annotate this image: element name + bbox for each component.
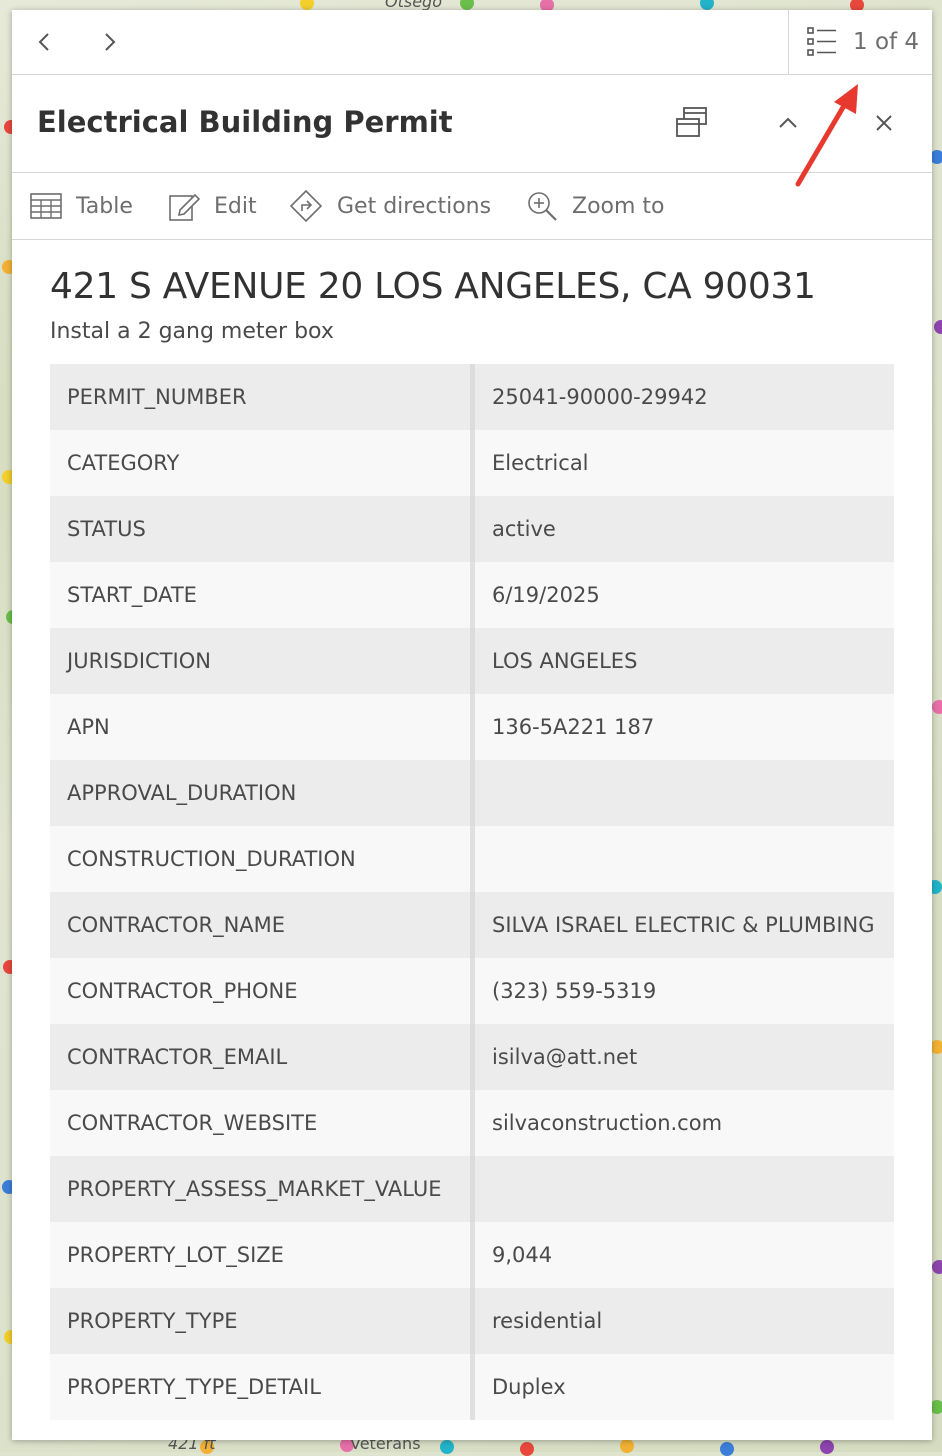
feature-description: Instal a 2 gang meter box bbox=[50, 319, 334, 344]
attribute-row: JURISDICTION LOS ANGELES bbox=[50, 628, 894, 694]
attribute-value: silvaconstruction.com bbox=[472, 1090, 894, 1156]
close-icon bbox=[876, 115, 892, 131]
attribute-value: (323) 559-5319 bbox=[472, 958, 894, 1024]
attribute-value: Duplex bbox=[472, 1354, 894, 1420]
attribute-row: CONTRACTOR_EMAIL isilva@att.net bbox=[50, 1024, 894, 1090]
attribute-key: CONTRACTOR_EMAIL bbox=[50, 1024, 475, 1090]
popup-navigation-bar: 1 of 4 bbox=[12, 10, 932, 75]
attribute-value: 9,044 bbox=[472, 1222, 894, 1288]
zoom-to-action-button[interactable]: Zoom to bbox=[526, 188, 665, 224]
annotation-arrow-icon bbox=[795, 84, 858, 187]
attribute-value: active bbox=[472, 496, 894, 562]
attribute-row: CONSTRUCTION_DURATION bbox=[50, 826, 894, 892]
attribute-key: PROPERTY_LOT_SIZE bbox=[50, 1222, 475, 1288]
attribute-row: START_DATE 6/19/2025 bbox=[50, 562, 894, 628]
attribute-row: PERMIT_NUMBER 25041-90000-29942 bbox=[50, 364, 894, 430]
chevron-left-icon bbox=[38, 33, 49, 51]
edit-action-label: Edit bbox=[214, 193, 257, 219]
table-action-button[interactable]: Table bbox=[30, 188, 133, 224]
table-icon bbox=[30, 193, 62, 219]
list-icon bbox=[807, 27, 836, 56]
attribute-row: APPROVAL_DURATION bbox=[50, 760, 894, 826]
feature-address-heading: 421 S AVENUE 20 LOS ANGELES, CA 90031 bbox=[50, 266, 816, 307]
attribute-key: STATUS bbox=[50, 496, 475, 562]
popup-title: Electrical Building Permit bbox=[37, 105, 453, 139]
attribute-key: CONSTRUCTION_DURATION bbox=[50, 826, 475, 892]
get-directions-action-button[interactable]: Get directions bbox=[289, 188, 491, 224]
next-feature-button[interactable] bbox=[92, 24, 128, 60]
feature-list-button[interactable]: 1 of 4 bbox=[788, 10, 932, 74]
attribute-row: CONTRACTOR_WEBSITE silvaconstruction.com bbox=[50, 1090, 894, 1156]
edit-icon bbox=[169, 193, 200, 221]
attribute-value: isilva@att.net bbox=[472, 1024, 894, 1090]
get-directions-action-label: Get directions bbox=[337, 193, 492, 219]
attribute-key: PROPERTY_TYPE_DETAIL bbox=[50, 1354, 475, 1420]
attribute-value: 6/19/2025 bbox=[472, 562, 894, 628]
chevron-right-icon bbox=[105, 33, 116, 51]
zoom-to-action-label: Zoom to bbox=[572, 193, 665, 219]
attributes-table: PERMIT_NUMBER 25041-90000-29942 CATEGORY El… bbox=[50, 364, 894, 1420]
attribute-value: SILVA ISRAEL ELECTRIC & PLUMBING bbox=[472, 892, 894, 958]
edit-action-button[interactable]: Edit bbox=[168, 188, 257, 224]
attribute-value bbox=[472, 1156, 894, 1222]
attribute-key: PROPERTY_TYPE bbox=[50, 1288, 475, 1354]
attribute-key: CATEGORY bbox=[50, 430, 475, 496]
close-button[interactable] bbox=[864, 103, 904, 143]
attribute-key: CONTRACTOR_WEBSITE bbox=[50, 1090, 475, 1156]
map-point[interactable] bbox=[932, 1260, 942, 1274]
map-point[interactable] bbox=[700, 0, 714, 10]
attribute-value: 25041-90000-29942 bbox=[472, 364, 894, 430]
attribute-row: PROPERTY_TYPE_DETAIL Duplex bbox=[50, 1354, 894, 1420]
dock-button[interactable] bbox=[672, 103, 712, 143]
attribute-row: PROPERTY_ASSESS_MARKET_VALUE bbox=[50, 1156, 894, 1222]
attribute-value: Electrical bbox=[472, 430, 894, 496]
table-action-label: Table bbox=[76, 193, 133, 219]
map-point[interactable] bbox=[520, 1442, 534, 1456]
attribute-value bbox=[472, 760, 894, 826]
dock-icon bbox=[676, 107, 707, 137]
map-point[interactable] bbox=[934, 320, 942, 334]
popup-content: 421 S AVENUE 20 LOS ANGELES, CA 90031 In… bbox=[50, 240, 894, 1420]
attribute-key: JURISDICTION bbox=[50, 628, 475, 694]
zoom-to-icon bbox=[528, 192, 557, 221]
previous-feature-button[interactable] bbox=[26, 24, 62, 60]
pager-count: 1 of 4 bbox=[853, 29, 920, 55]
attribute-row: STATUS active bbox=[50, 496, 894, 562]
attribute-value: 136-5A221 187 bbox=[472, 694, 894, 760]
attribute-row: CONTRACTOR_NAME SILVA ISRAEL ELECTRIC & P… bbox=[50, 892, 894, 958]
attribute-key: CONTRACTOR_PHONE bbox=[50, 958, 475, 1024]
attribute-row: CATEGORY Electrical bbox=[50, 430, 894, 496]
map-point[interactable] bbox=[300, 0, 314, 10]
attribute-key: PERMIT_NUMBER bbox=[50, 364, 475, 430]
attribute-value: residential bbox=[472, 1288, 894, 1354]
attribute-key: PROPERTY_ASSESS_MARKET_VALUE bbox=[50, 1156, 475, 1222]
attribute-row: PROPERTY_LOT_SIZE 9,044 bbox=[50, 1222, 894, 1288]
attribute-value bbox=[472, 826, 894, 892]
map-point[interactable] bbox=[720, 1442, 734, 1456]
map-point[interactable] bbox=[460, 0, 474, 10]
map-point[interactable] bbox=[932, 700, 942, 714]
attribute-key: APN bbox=[50, 694, 475, 760]
map-point[interactable] bbox=[620, 1439, 634, 1453]
attribute-key: CONTRACTOR_NAME bbox=[50, 892, 475, 958]
attribute-key: START_DATE bbox=[50, 562, 475, 628]
attribute-row: APN 136-5A221 187 bbox=[50, 694, 894, 760]
feature-popup: 1 of 4 Electrical Building Permit Table … bbox=[12, 10, 932, 1440]
attribute-row: CONTRACTOR_PHONE (323) 559-5319 bbox=[50, 958, 894, 1024]
attribute-row: PROPERTY_TYPE residential bbox=[50, 1288, 894, 1354]
attribute-value: LOS ANGELES bbox=[472, 628, 894, 694]
attribute-key: APPROVAL_DURATION bbox=[50, 760, 475, 826]
directions-icon bbox=[289, 189, 323, 223]
